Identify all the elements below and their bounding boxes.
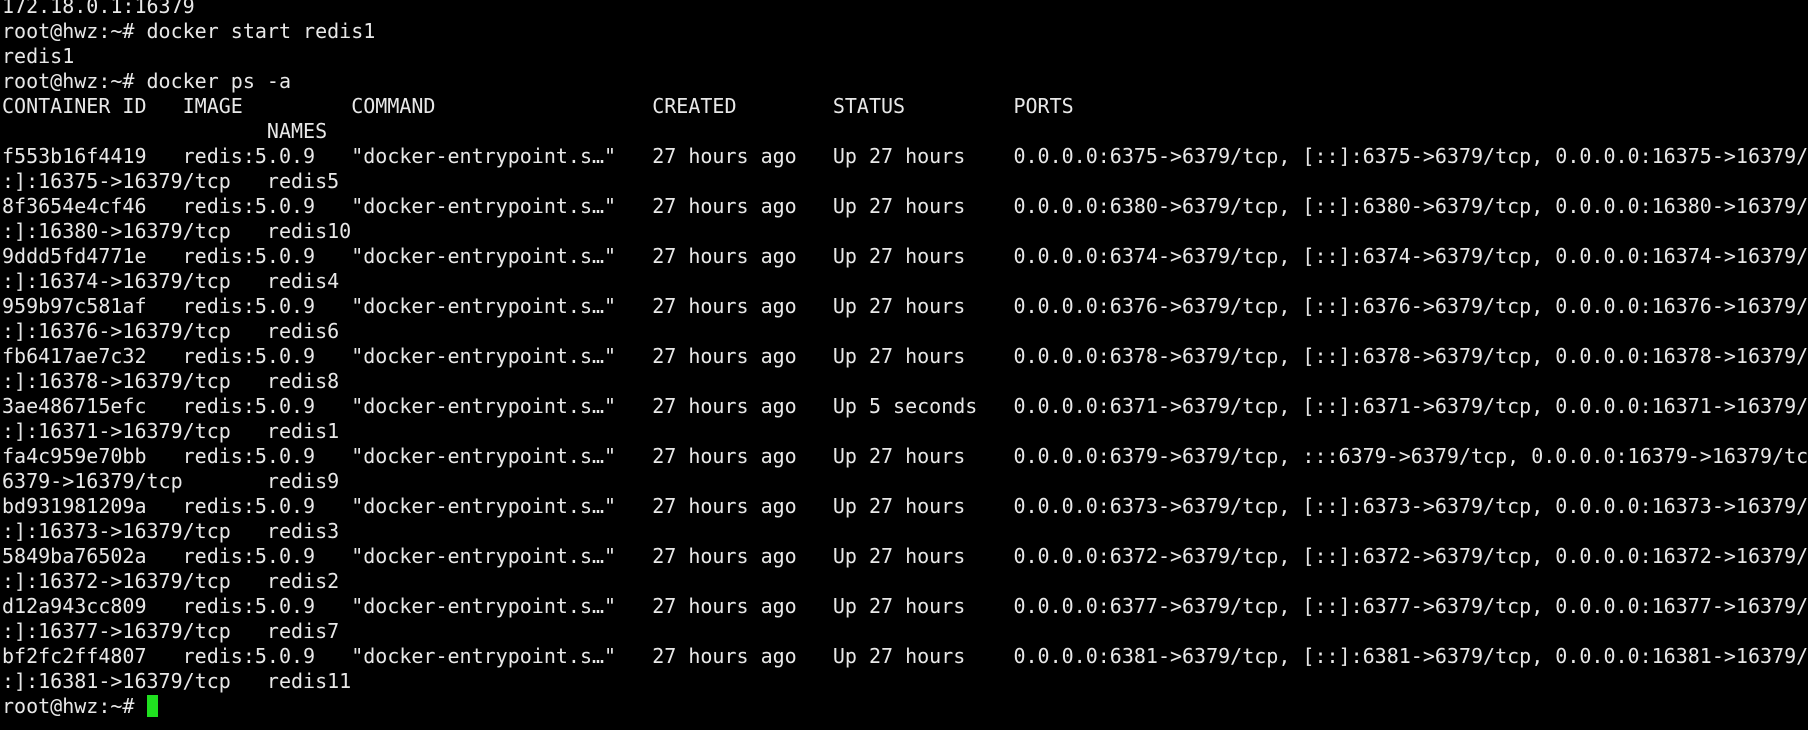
table-row: 6379->16379/tcp redis9 <box>2 469 340 493</box>
table-row: 959b97c581af redis:5.0.9 "docker-entrypo… <box>2 294 1808 318</box>
table-row: :]:16373->16379/tcp redis3 <box>2 519 340 543</box>
table-header: CONTAINER ID IMAGE COMMAND CREATED STATU… <box>2 94 1074 118</box>
table-row: bf2fc2ff4807 redis:5.0.9 "docker-entrypo… <box>2 644 1808 668</box>
table-row: :]:16374->16379/tcp redis4 <box>2 269 340 293</box>
table-row: :]:16372->16379/tcp redis2 <box>2 569 340 593</box>
terminal-prompt-line[interactable]: root@hwz:~# <box>2 694 1808 719</box>
terminal-prompt: root@hwz:~# <box>2 694 147 718</box>
terminal-output: 172.18.0.1:16379 root@hwz:~# docker star… <box>2 0 1808 719</box>
text-cursor <box>146 695 158 717</box>
table-row: :]:16376->16379/tcp redis6 <box>2 319 340 343</box>
table-row: f553b16f4419 redis:5.0.9 "docker-entrypo… <box>2 144 1808 168</box>
terminal-line: root@hwz:~# docker ps -a <box>2 69 291 93</box>
table-row: :]:16377->16379/tcp redis7 <box>2 619 340 643</box>
table-row: fb6417ae7c32 redis:5.0.9 "docker-entrypo… <box>2 344 1808 368</box>
table-row: 9ddd5fd4771e redis:5.0.9 "docker-entrypo… <box>2 244 1808 268</box>
table-row: 8f3654e4cf46 redis:5.0.9 "docker-entrypo… <box>2 194 1808 218</box>
table-row: :]:16375->16379/tcp redis5 <box>2 169 340 193</box>
table-row: :]:16378->16379/tcp redis8 <box>2 369 340 393</box>
table-row: :]:16371->16379/tcp redis1 <box>2 419 340 443</box>
table-row: :]:16381->16379/tcp redis11 <box>2 669 352 693</box>
table-row: 5849ba76502a redis:5.0.9 "docker-entrypo… <box>2 544 1808 568</box>
table-row: d12a943cc809 redis:5.0.9 "docker-entrypo… <box>2 594 1808 618</box>
table-row: bd931981209a redis:5.0.9 "docker-entrypo… <box>2 494 1808 518</box>
terminal-line: redis1 <box>2 44 75 68</box>
terminal-line: 172.18.0.1:16379 <box>2 0 195 18</box>
terminal-window[interactable]: 172.18.0.1:16379 root@hwz:~# docker star… <box>0 0 1808 730</box>
table-row: 3ae486715efc redis:5.0.9 "docker-entrypo… <box>2 394 1808 418</box>
table-header: NAMES <box>2 119 328 143</box>
table-row: :]:16380->16379/tcp redis10 <box>2 219 352 243</box>
table-row: fa4c959e70bb redis:5.0.9 "docker-entrypo… <box>2 444 1808 468</box>
terminal-line: root@hwz:~# docker start redis1 <box>2 19 376 43</box>
